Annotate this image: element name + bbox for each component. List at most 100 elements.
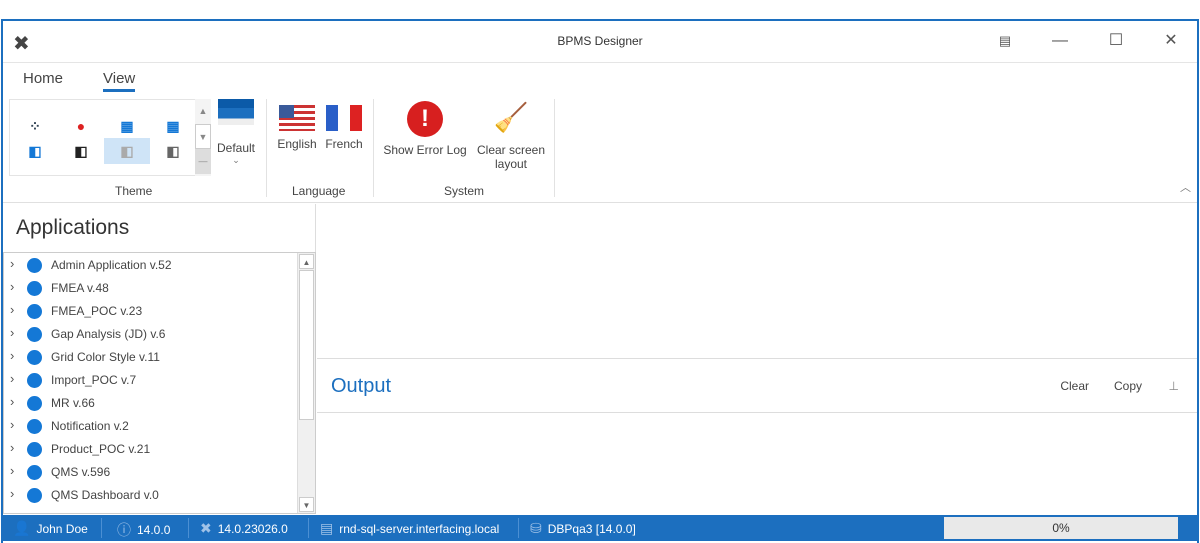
gallery-scrollbar[interactable]: ▲ ▼ — [195, 99, 211, 176]
application-icon [27, 304, 42, 319]
theme-icon[interactable]: ⁘ [12, 113, 58, 139]
divider [518, 518, 519, 538]
application-icon [27, 488, 42, 503]
version-text: 14.0.0 [137, 523, 171, 537]
app-window: ✖ BPMS Designer ▤ — ☐ ✕ Home View ⁘ ● ▦ … [1, 19, 1199, 543]
chevron-right-icon[interactable]: › [10, 463, 14, 478]
theme-icon[interactable]: ◧ [58, 138, 104, 164]
application-icon [27, 258, 42, 273]
french-button[interactable]: French [322, 105, 366, 151]
divider [308, 518, 309, 538]
us-flag-icon [279, 105, 315, 131]
french-flag-icon [326, 105, 362, 131]
tab-view[interactable]: View [103, 70, 136, 92]
error-icon: ! [407, 101, 443, 137]
chevron-right-icon[interactable]: › [10, 440, 14, 455]
scroll-up-button[interactable]: ▲ [299, 254, 314, 269]
status-user: 👤 John Doe [13, 520, 88, 537]
tree-item-label: Admin Application v.52 [51, 258, 172, 272]
restore-layout-button[interactable]: ▤ [990, 29, 1020, 53]
tree-item[interactable]: › QMS Dashboard v.0 [4, 483, 315, 506]
status-build: ✖ 14.0.23026.0 [200, 520, 288, 537]
ribbon: ⁘ ● ▦ ▦ ◧ ◧ ◧ ◧ ▲ ▼ — Default ⌄ Theme Engl… [3, 95, 1197, 203]
tree-item[interactable]: › Admin Application v.52 [4, 253, 315, 276]
chevron-right-icon[interactable]: › [10, 417, 14, 432]
application-icon [27, 350, 42, 365]
maximize-button[interactable]: ☐ [1101, 29, 1131, 53]
english-button[interactable]: English [275, 105, 319, 151]
application-icon [27, 373, 42, 388]
status-database: ⛁ DBPqa3 [14.0.0] [530, 520, 636, 537]
chevron-right-icon[interactable]: › [10, 256, 14, 271]
tree-item[interactable]: › FMEA_POC v.23 [4, 299, 315, 322]
build-text: 14.0.23026.0 [217, 521, 288, 536]
application-icon [27, 465, 42, 480]
theme-icon-selected[interactable]: ◧ [104, 138, 150, 164]
applications-panel: Applications › Admin Application v.52 › FME… [3, 204, 316, 514]
status-server: ▤ rnd-sql-server.interfacing.local [320, 520, 499, 537]
close-button[interactable]: ✕ [1156, 29, 1186, 53]
tree-item[interactable]: › Product_POC v.21 [4, 437, 315, 460]
theme-icon[interactable]: ◧ [12, 138, 58, 164]
theme-icon[interactable]: ▦ [104, 113, 150, 139]
theme-icon[interactable]: ● [58, 113, 104, 139]
tree-item-label: QMS v.596 [51, 465, 111, 479]
show-error-log-label: Show Error Log [383, 143, 467, 157]
clear-screen-layout-button[interactable]: 🧹 Clear screen layout [473, 101, 549, 171]
tree-item[interactable]: › FMEA v.48 [4, 276, 315, 299]
title-bar: ✖ BPMS Designer ▤ — ☐ ✕ [3, 21, 1197, 63]
chevron-right-icon[interactable]: › [10, 279, 14, 294]
default-theme-button[interactable]: Default ⌄ [216, 99, 256, 166]
scroll-thumb[interactable] [299, 270, 314, 420]
user-name: John Doe [36, 521, 88, 536]
applications-tree: › Admin Application v.52 › FMEA v.48 › FMEA_P… [3, 252, 316, 514]
ribbon-tabs: Home View [3, 63, 1197, 95]
tree-item-label: Import_POC v.7 [51, 373, 137, 387]
tree-item-label: Gap Analysis (JD) v.6 [51, 327, 166, 341]
document-area [317, 204, 1197, 359]
tree-item[interactable]: › MR v.66 [4, 391, 315, 414]
pin-icon[interactable]: ⊥ [1169, 379, 1179, 393]
application-icon [27, 281, 42, 296]
theme-icon[interactable]: ◧ [150, 138, 196, 164]
chevron-right-icon[interactable]: › [10, 325, 14, 340]
tools-icon: ✖ [200, 520, 212, 536]
broom-icon: 🧹 [493, 102, 529, 133]
scroll-down-button[interactable]: ▼ [299, 497, 314, 512]
divider [266, 99, 267, 197]
copy-button[interactable]: Copy [1114, 379, 1142, 393]
tree-item-label: Product_POC v.21 [51, 442, 151, 456]
chevron-right-icon[interactable]: › [10, 486, 14, 501]
application-icon [27, 442, 42, 457]
status-bar: 👤 John Doe ⓘ 14.0.0 ✖ 14.0.23026.0 ▤ rnd-sql… [3, 515, 1197, 541]
vertical-scrollbar[interactable]: ▲ ▼ [297, 253, 315, 513]
system-group-label: System [444, 184, 485, 198]
tree-item-label: Notification v.2 [51, 419, 129, 433]
chevron-right-icon[interactable]: › [10, 371, 14, 386]
english-label: English [277, 137, 317, 151]
minimize-button[interactable]: — [1045, 29, 1075, 53]
tree-item[interactable]: › Notification v.2 [4, 414, 315, 437]
tree-item[interactable]: › Grid Color Style v.11 [4, 345, 315, 368]
server-icon: ▤ [320, 520, 334, 536]
tree-item-label: MR v.66 [51, 396, 95, 410]
collapse-ribbon-icon[interactable]: ︿ [1180, 179, 1191, 195]
chevron-right-icon[interactable]: › [10, 394, 14, 409]
theme-group-label: Theme [115, 184, 153, 198]
server-text: rnd-sql-server.interfacing.local [339, 521, 500, 536]
tree-item[interactable]: › Import_POC v.7 [4, 368, 315, 391]
tree-item[interactable]: › Gap Analysis (JD) v.6 [4, 322, 315, 345]
clear-layout-label: Clear screen [476, 143, 546, 157]
tree-item[interactable]: › QMS v.596 [4, 460, 315, 483]
tab-home[interactable]: Home [23, 70, 63, 87]
clear-layout-label-2: layout [494, 157, 528, 171]
status-version: ⓘ 14.0.0 [117, 520, 170, 540]
theme-icon[interactable]: ▦ [150, 113, 196, 139]
database-icon: ⛁ [530, 520, 542, 536]
chevron-right-icon[interactable]: › [10, 302, 14, 317]
chevron-right-icon[interactable]: › [10, 348, 14, 363]
clear-button[interactable]: Clear [1060, 379, 1089, 393]
output-panel-header: Output Clear Copy ⊥ [317, 361, 1197, 413]
show-error-log-button[interactable]: ! Show Error Log [381, 101, 469, 157]
divider [188, 518, 189, 538]
